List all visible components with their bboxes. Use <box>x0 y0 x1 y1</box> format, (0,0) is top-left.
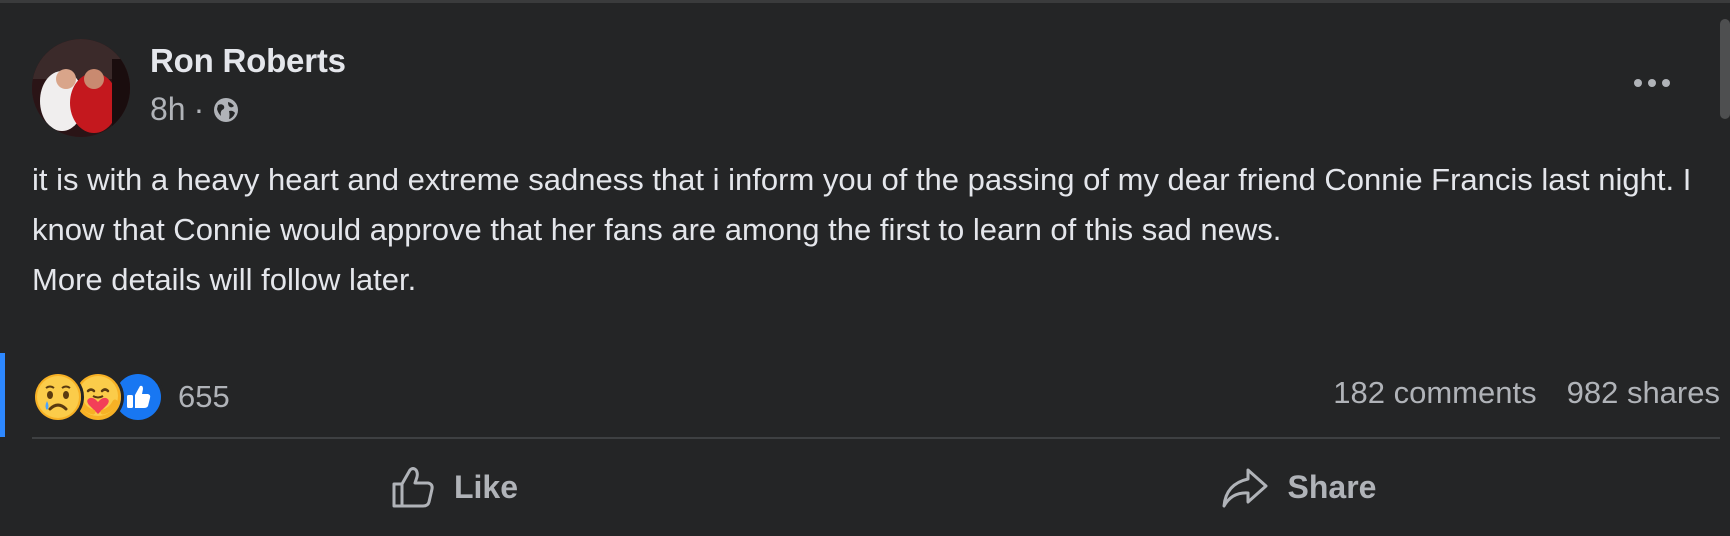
dot-icon <box>1634 79 1642 87</box>
post-header: Ron Roberts 8h · <box>32 39 346 137</box>
post-paragraph: it is with a heavy heart and extreme sad… <box>32 162 1692 247</box>
post-subline: 8h · <box>150 91 346 127</box>
share-button[interactable]: Share <box>876 451 1720 523</box>
post-card: Ron Roberts 8h · it is with a heavy hear <box>0 0 1730 536</box>
author-name[interactable]: Ron Roberts <box>150 41 346 81</box>
action-bar: Like Share <box>32 451 1720 523</box>
engagement-stats: 182 comments 982 shares <box>1333 375 1720 411</box>
post-text: it is with a heavy heart and extreme sad… <box>32 155 1712 305</box>
shares-count-link[interactable]: 982 shares <box>1567 375 1720 411</box>
sad-reaction-icon <box>32 371 84 423</box>
focus-indicator <box>0 353 5 437</box>
scrollbar[interactable] <box>1720 19 1730 119</box>
reactions-summary[interactable]: 655 <box>32 371 230 423</box>
post-meta: Ron Roberts 8h · <box>150 41 346 127</box>
separator: · <box>193 91 205 127</box>
like-label: Like <box>453 468 519 505</box>
reaction-count: 655 <box>178 379 230 414</box>
more-options-button[interactable] <box>1622 65 1682 101</box>
like-button[interactable]: Like <box>32 451 876 523</box>
post-time[interactable]: 8h <box>150 91 186 127</box>
thumbs-up-icon <box>392 467 434 508</box>
comments-count-link[interactable]: 182 comments <box>1333 375 1536 411</box>
dot-icon <box>1648 79 1656 87</box>
globe-icon[interactable] <box>212 95 240 123</box>
dot-icon <box>1662 79 1670 87</box>
share-arrow-icon <box>1222 468 1268 508</box>
divider <box>32 437 1720 439</box>
post-paragraph: More details will follow later. <box>32 262 417 297</box>
avatar[interactable] <box>32 39 130 137</box>
share-label: Share <box>1287 468 1377 505</box>
